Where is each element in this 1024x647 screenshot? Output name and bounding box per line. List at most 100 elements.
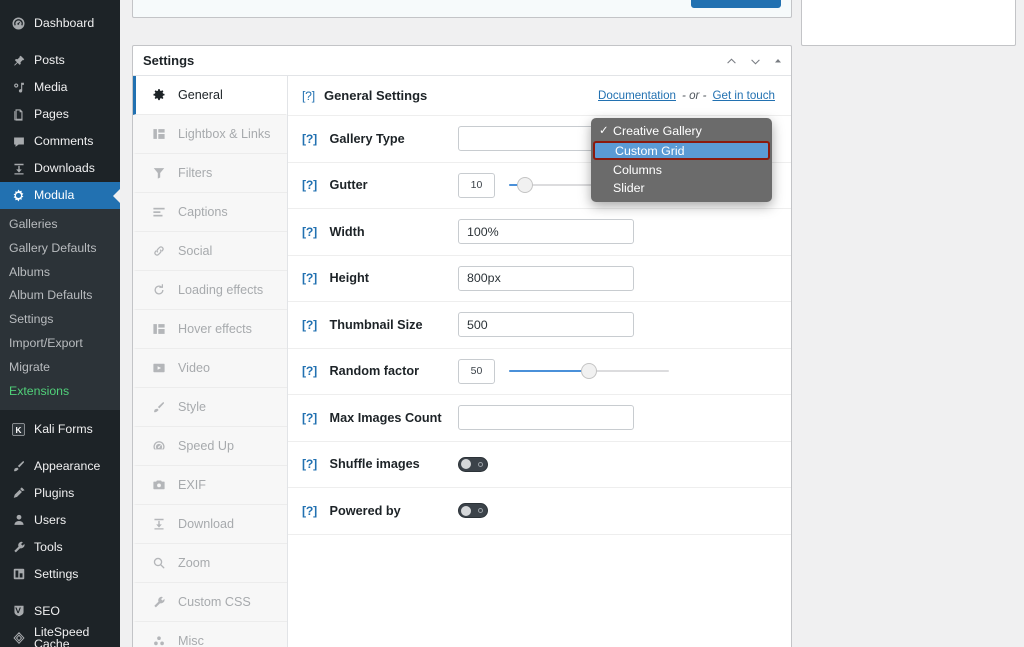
help-icon[interactable]: [?]: [302, 225, 317, 239]
help-icon[interactable]: [?]: [302, 457, 317, 471]
help-icon[interactable]: [?]: [302, 504, 317, 518]
captions-icon: [150, 203, 168, 221]
dropdown-option-creative-gallery[interactable]: ✓ Creative Gallery: [591, 122, 772, 140]
submenu-item-settings[interactable]: Settings: [0, 308, 120, 332]
sidebar-spacer-1: [0, 37, 120, 47]
tab-exif[interactable]: EXIF: [133, 466, 287, 505]
sidebar-item-label: Modula: [34, 189, 74, 201]
tab-style[interactable]: Style: [133, 388, 287, 427]
sidebar-item-comments[interactable]: Comments: [0, 128, 120, 155]
sidebar-item-plugins[interactable]: Plugins: [0, 480, 120, 507]
sidebar-item-kali-forms[interactable]: K Kali Forms: [0, 416, 120, 443]
submenu-item-albums[interactable]: Albums: [0, 261, 120, 285]
sidebar-item-modula[interactable]: Modula: [0, 182, 120, 209]
grid-icon: [701, 0, 714, 1]
submenu-item-album-defaults[interactable]: Album Defaults: [0, 284, 120, 308]
tab-misc[interactable]: Misc: [133, 622, 287, 647]
tab-label: Hover effects: [178, 322, 252, 336]
dropdown-option-label: Custom Grid: [615, 144, 685, 158]
field-label-wrap: [?] Width: [302, 225, 458, 239]
tab-loading-effects[interactable]: Loading effects: [133, 271, 287, 310]
tab-hover-effects[interactable]: Hover effects: [133, 310, 287, 349]
tab-filters[interactable]: Filters: [133, 154, 287, 193]
funnel-icon: [150, 164, 168, 182]
gear-icon: [150, 86, 168, 104]
sidebar-item-tools[interactable]: Tools: [0, 534, 120, 561]
sidebar-item-downloads[interactable]: Downloads: [0, 155, 120, 182]
tab-custom-css[interactable]: Custom CSS: [133, 583, 287, 622]
thumbnail-size-input[interactable]: [458, 312, 634, 337]
speedometer-icon: [150, 437, 168, 455]
bulk-edit-button[interactable]: Bulk Edit: [691, 0, 781, 8]
help-icon[interactable]: [?]: [302, 89, 315, 103]
sidebar-item-pages[interactable]: Pages: [0, 101, 120, 128]
download-icon: [150, 515, 168, 533]
gutter-value-input[interactable]: [458, 173, 495, 198]
powered-by-toggle[interactable]: [458, 503, 488, 518]
slider-knob[interactable]: [581, 363, 597, 379]
shuffle-images-toggle[interactable]: [458, 457, 488, 472]
help-icon[interactable]: [?]: [302, 178, 317, 192]
dropdown-option-slider[interactable]: Slider: [591, 179, 772, 197]
random-factor-slider[interactable]: [509, 370, 669, 372]
slider-knob[interactable]: [517, 177, 533, 193]
help-icon[interactable]: [?]: [302, 318, 317, 332]
sidebar-item-seo[interactable]: SEO: [0, 598, 120, 625]
field-label: Random factor: [330, 364, 420, 378]
sidebar-item-settings[interactable]: Settings: [0, 561, 120, 588]
toggle-off-icon: [478, 508, 483, 513]
wp-admin-sidebar: Dashboard Posts Media Pages Commen: [0, 0, 120, 647]
dropdown-option-columns[interactable]: Columns: [591, 161, 772, 179]
tab-zoom[interactable]: Zoom: [133, 544, 287, 583]
pin-icon: [9, 51, 28, 70]
help-icon[interactable]: [?]: [302, 364, 317, 378]
tab-captions[interactable]: Captions: [133, 193, 287, 232]
sidebar-item-litespeed-cache[interactable]: LiteSpeed Cache: [0, 625, 120, 647]
submenu-item-galleries[interactable]: Galleries: [0, 213, 120, 237]
tab-social[interactable]: Social: [133, 232, 287, 271]
submenu-item-migrate[interactable]: Migrate: [0, 356, 120, 380]
download-icon: [9, 159, 28, 178]
dropdown-option-custom-grid[interactable]: Custom Grid: [593, 141, 770, 160]
litespeed-icon: [9, 629, 28, 647]
sidebar-item-media[interactable]: Media: [0, 74, 120, 101]
width-input[interactable]: [458, 219, 634, 244]
sidebar-item-label: Comments: [34, 135, 93, 147]
submenu-item-extensions[interactable]: Extensions: [0, 380, 120, 404]
chevron-down-icon[interactable]: [749, 55, 762, 68]
sidebar-item-dashboard[interactable]: Dashboard: [0, 10, 120, 37]
height-input[interactable]: [458, 266, 634, 291]
user-icon: [9, 511, 28, 530]
tab-speed-up[interactable]: Speed Up: [133, 427, 287, 466]
tab-general[interactable]: General: [133, 76, 287, 115]
admin-content: Bulk Edit Title alphabetically Title rev…: [120, 0, 1024, 647]
documentation-link[interactable]: Documentation: [598, 89, 676, 102]
help-icon[interactable]: [?]: [302, 411, 317, 425]
sidebar-item-label: Settings: [34, 568, 78, 580]
submenu-item-import-export[interactable]: Import/Export: [0, 332, 120, 356]
settings-panel-header: Settings: [133, 46, 791, 76]
field-label: Gutter: [330, 178, 368, 192]
submenu-item-gallery-defaults[interactable]: Gallery Defaults: [0, 237, 120, 261]
sidebar-item-appearance[interactable]: Appearance: [0, 453, 120, 480]
help-icon[interactable]: [?]: [302, 132, 317, 146]
field-row-thumbnail-size: [?] Thumbnail Size: [288, 302, 791, 349]
get-in-touch-link[interactable]: Get in touch: [712, 89, 775, 102]
caret-up-icon[interactable]: [773, 56, 783, 66]
gallery-type-dropdown[interactable]: ✓ Creative Gallery Custom Grid Columns S…: [591, 118, 772, 202]
sidebar-item-label: Pages: [34, 108, 69, 120]
tab-lightbox-links[interactable]: Lightbox & Links: [133, 115, 287, 154]
tab-video[interactable]: Video: [133, 349, 287, 388]
max-images-count-input[interactable]: [458, 405, 634, 430]
svg-text:K: K: [16, 426, 22, 435]
field-label-wrap: [?] Gallery Type: [302, 132, 458, 146]
random-factor-value-input[interactable]: [458, 359, 495, 384]
sidebar-item-posts[interactable]: Posts: [0, 47, 120, 74]
tab-label: Lightbox & Links: [178, 127, 270, 141]
help-icon[interactable]: [?]: [302, 271, 317, 285]
or-separator: - or -: [682, 89, 706, 102]
sidebar-item-users[interactable]: Users: [0, 507, 120, 534]
tab-download[interactable]: Download: [133, 505, 287, 544]
chevron-up-icon[interactable]: [725, 55, 738, 68]
dropdown-option-label: Slider: [613, 181, 645, 195]
